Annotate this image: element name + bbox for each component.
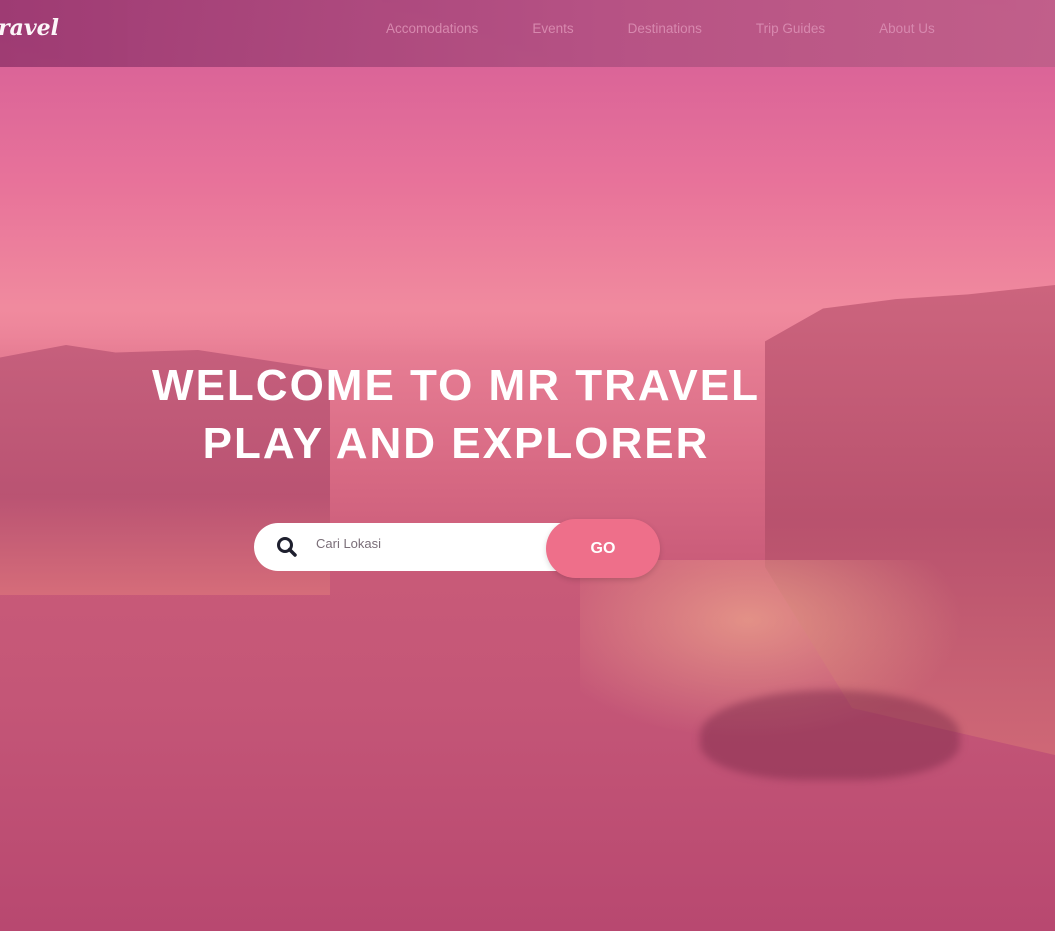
nav-trip-guides[interactable]: Trip Guides <box>756 21 825 36</box>
hero-title: WELCOME TO MR TRAVEL PLAY AND EXPLORER <box>0 357 912 473</box>
search-input[interactable] <box>314 535 538 552</box>
nav-about-us[interactable]: About Us <box>879 21 935 36</box>
search-bar <box>254 523 594 571</box>
hero-title-line1: WELCOME TO MR TRAVEL <box>152 361 760 410</box>
nav-accomodations[interactable]: Accomodations <box>386 21 478 36</box>
search-icon <box>276 536 298 563</box>
top-navbar: ravel Accomodations Events Destinations … <box>0 0 1055 67</box>
nav-events[interactable]: Events <box>532 21 573 36</box>
nav-menu: Accomodations Events Destinations Trip G… <box>386 21 935 36</box>
nav-destinations[interactable]: Destinations <box>628 21 702 36</box>
go-button[interactable]: GO <box>546 519 660 578</box>
gondolas <box>700 690 960 780</box>
hero-title-line2: PLAY AND EXPLORER <box>202 419 710 468</box>
logo[interactable]: ravel <box>0 15 59 41</box>
